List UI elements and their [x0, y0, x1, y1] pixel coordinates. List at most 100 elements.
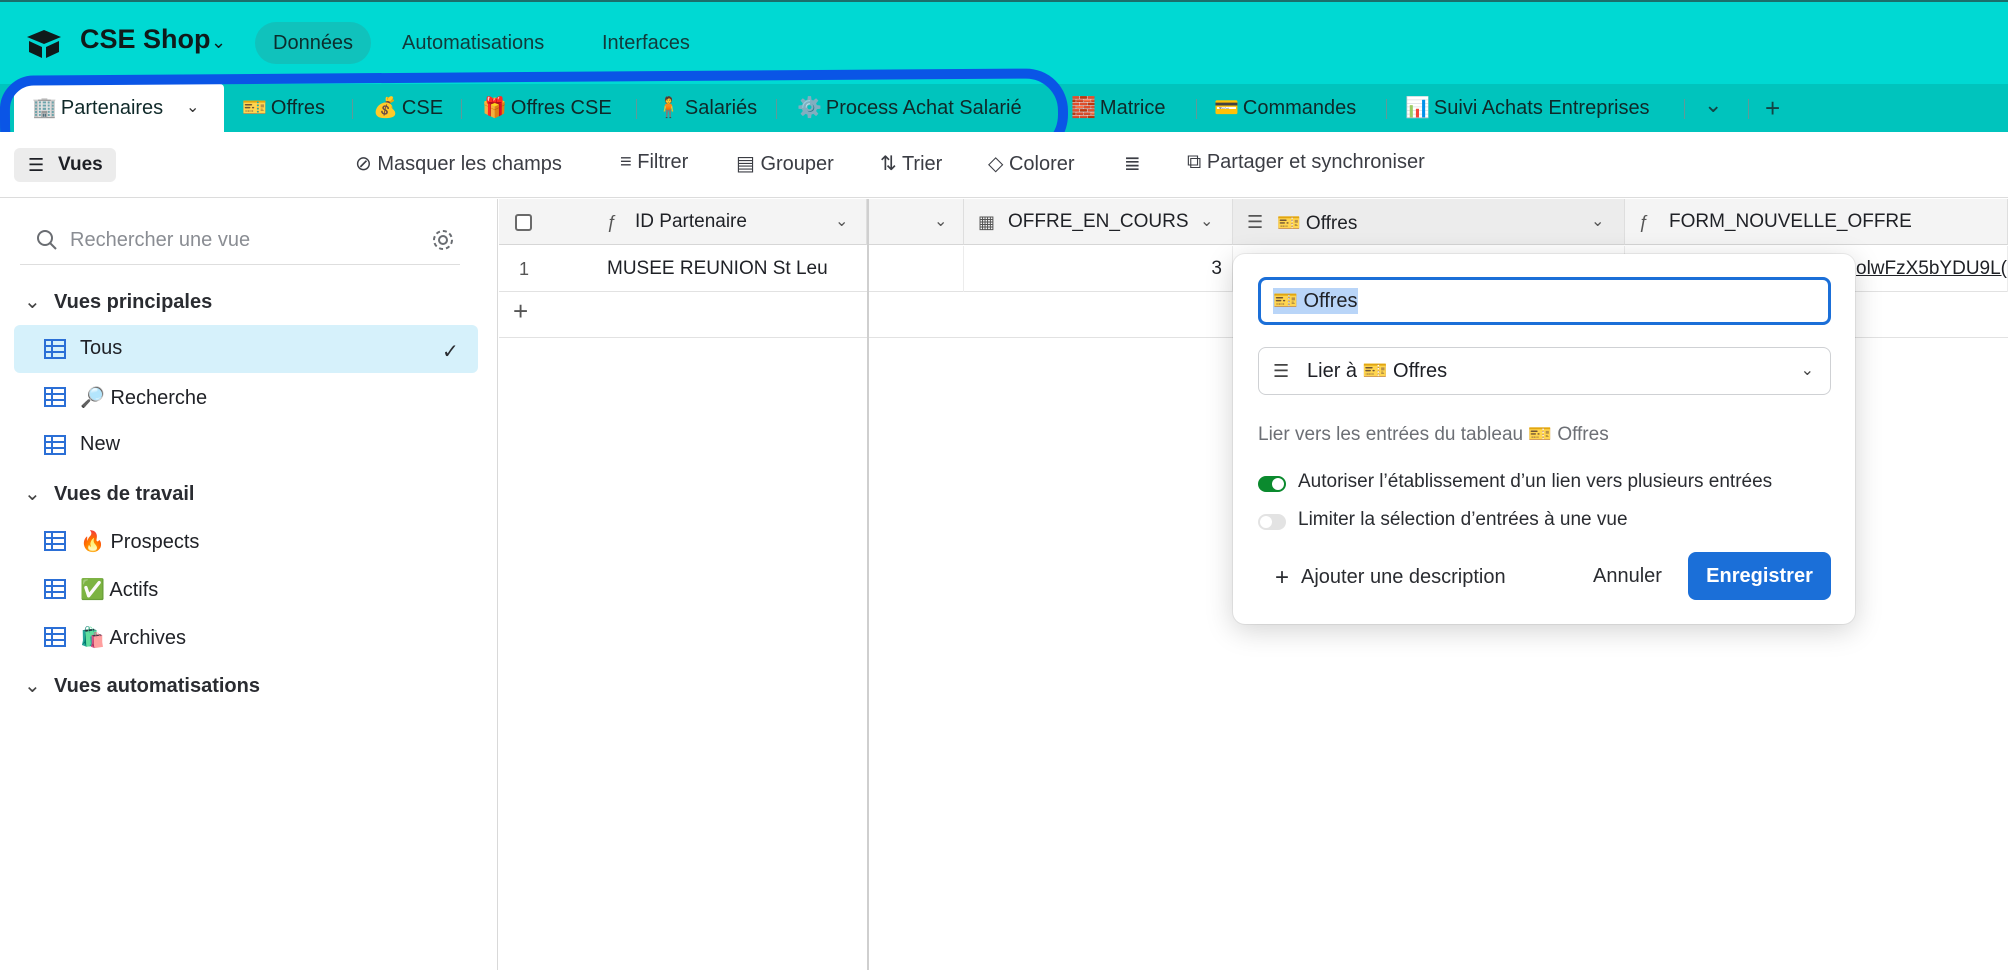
- tab-label: CSE: [401, 97, 444, 119]
- tab-label: Offres CSE: [510, 97, 612, 119]
- tab-separator: [636, 99, 637, 119]
- section-vues-de-travail[interactable]: ⌄ Vues de travail: [24, 481, 194, 506]
- field-name-value: 🎫 Offres: [1273, 288, 1358, 314]
- hide-fields-button[interactable]: ⊘ Masquer les champs: [355, 151, 562, 176]
- bar-chart-icon: 📊: [1405, 97, 1430, 119]
- sort-label: Trier: [901, 153, 943, 175]
- view-item-recherche[interactable]: 🔎 Recherche: [14, 373, 478, 421]
- ticket-icon: 🎫: [242, 97, 267, 119]
- field-type-select[interactable]: ☰ Lier à 🎫 Offres ⌄: [1258, 347, 1831, 395]
- column-header-hidden[interactable]: ⌄: [868, 199, 964, 245]
- allow-multiple-label: Autoriser l’établissement d’un lien vers…: [1298, 471, 1773, 492]
- cancel-button[interactable]: Annuler: [1575, 552, 1680, 600]
- add-table-icon[interactable]: +: [1765, 93, 1780, 124]
- plus-icon: +: [1275, 564, 1290, 591]
- tab-separator: [1386, 99, 1387, 119]
- row-height-button[interactable]: ≣: [1124, 151, 1141, 176]
- tab-partenaires[interactable]: 🏢 Partenaires ⌄: [14, 84, 224, 132]
- gear-icon[interactable]: [431, 228, 455, 252]
- external-link-icon: ⧉: [1187, 151, 1207, 173]
- view-label: Tous: [80, 337, 123, 359]
- app-logo-icon[interactable]: [25, 28, 63, 60]
- color-label: Colorer: [1008, 153, 1075, 175]
- column-header-offre-en-cours[interactable]: ▦ OFFRE_EN_COURS ⌄: [964, 199, 1233, 245]
- base-name[interactable]: CSE Shop: [80, 24, 211, 55]
- add-record-icon[interactable]: +: [513, 296, 528, 327]
- limit-to-view-toggle[interactable]: [1258, 514, 1286, 530]
- section-vues-principales[interactable]: ⌄ Vues principales: [24, 289, 212, 314]
- link-field-icon: ☰: [1247, 212, 1264, 232]
- view-item-archives[interactable]: 🛍️ Archives: [14, 613, 478, 661]
- tab-label: Process Achat Salarié: [825, 97, 1022, 119]
- group-button[interactable]: ▤ Grouper: [736, 151, 834, 176]
- tab-suivi-achats[interactable]: 📊 Suivi Achats Entreprises: [1405, 84, 1650, 132]
- nav-automations[interactable]: Automatisations: [384, 22, 562, 64]
- filter-label: Filtrer: [637, 151, 689, 173]
- select-all-checkbox[interactable]: [515, 214, 532, 231]
- cell-offre-en-cours[interactable]: 3: [964, 246, 1233, 292]
- chevron-down-icon[interactable]: ⌄: [1591, 211, 1604, 231]
- nav-interfaces[interactable]: Interfaces: [584, 22, 708, 64]
- tab-label: Suivi Achats Entreprises: [1433, 97, 1650, 119]
- section-vues-automatisations[interactable]: ⌄ Vues automatisations: [24, 673, 260, 698]
- column-header-form-nouvelle-offre[interactable]: ƒ FORM_NOUVELLE_OFFRE: [1625, 199, 2008, 245]
- tab-cse[interactable]: 💰 CSE: [373, 84, 443, 132]
- group-icon: ▤: [736, 153, 761, 175]
- tab-label: Matrice: [1099, 97, 1166, 119]
- share-sync-button[interactable]: ⧉ Partager et synchroniser: [1187, 151, 1425, 174]
- paint-bucket-icon: ◇: [988, 153, 1009, 175]
- chevron-down-icon: ⌄: [24, 675, 41, 697]
- sort-button[interactable]: ⇅ Trier: [880, 151, 942, 176]
- tab-commandes[interactable]: 💳 Commandes: [1214, 84, 1356, 132]
- save-button[interactable]: Enregistrer: [1688, 552, 1831, 600]
- chevron-down-icon[interactable]: ⌄: [934, 211, 947, 231]
- views-sidebar: ⌄ Vues principales Tous ✓ 🔎 Recherche New…: [0, 199, 498, 970]
- tab-label: Partenaires: [60, 97, 164, 119]
- column-header-id-partenaire[interactable]: ƒ ID Partenaire ⌄: [499, 199, 867, 245]
- person-icon: 🧍: [656, 97, 681, 119]
- chevron-down-icon[interactable]: ⌄: [211, 32, 226, 53]
- link-field-icon: ☰: [1273, 361, 1290, 381]
- chevron-down-icon: ⌄: [24, 291, 41, 313]
- column-header-offres[interactable]: ☰ 🎫 Offres ⌄: [1233, 199, 1625, 245]
- allow-multiple-toggle[interactable]: [1258, 476, 1286, 492]
- toggle-knob: [1272, 478, 1284, 490]
- add-description-button[interactable]: + Ajouter une description: [1275, 564, 1506, 592]
- view-item-new[interactable]: New: [14, 421, 478, 469]
- chevron-down-icon[interactable]: ⌄: [186, 84, 199, 132]
- view-label: ✅ Actifs: [80, 579, 159, 601]
- credit-card-icon: 💳: [1214, 97, 1239, 119]
- chevron-down-icon: ⌄: [1800, 362, 1814, 379]
- tab-label: Offres: [270, 97, 325, 119]
- top-bar: CSE Shop ⌄ Données Automatisations Inter…: [0, 0, 2008, 84]
- field-edit-popover: 🎫 Offres ☰ Lier à 🎫 Offres ⌄ Lier vers l…: [1233, 254, 1855, 624]
- view-item-prospects[interactable]: 🔥 Prospects: [14, 517, 478, 565]
- cell-id-partenaire[interactable]: MUSEE REUNION St Leu: [607, 246, 867, 292]
- color-button[interactable]: ◇ Colorer: [988, 151, 1075, 176]
- tab-offres[interactable]: 🎫 Offres: [242, 84, 325, 132]
- chevron-down-icon[interactable]: ⌄: [1200, 211, 1213, 231]
- column-label: 🎫 Offres: [1277, 213, 1358, 234]
- chevron-down-icon[interactable]: ⌄: [1704, 92, 1722, 118]
- section-title: Vues de travail: [54, 483, 195, 505]
- tab-matrice[interactable]: 🧱 Matrice: [1071, 84, 1165, 132]
- view-label: 🔥 Prospects: [80, 531, 200, 553]
- tab-label: Commandes: [1242, 97, 1357, 119]
- tab-offres-cse[interactable]: 🎁 Offres CSE: [482, 84, 612, 132]
- grid-view-icon: [44, 627, 66, 647]
- formula-icon: ƒ: [1639, 212, 1650, 232]
- view-label: 🛍️ Archives: [80, 627, 187, 649]
- tab-separator: [461, 99, 462, 119]
- field-name-input[interactable]: 🎫 Offres: [1258, 277, 1831, 325]
- view-item-actifs[interactable]: ✅ Actifs: [14, 565, 478, 613]
- filter-button[interactable]: ≡ Filtrer: [620, 151, 688, 174]
- search-view-input[interactable]: [70, 225, 410, 255]
- tab-process-achat[interactable]: ⚙️ Process Achat Salarié: [797, 84, 1022, 132]
- tab-label: Salariés: [684, 97, 758, 119]
- chevron-down-icon[interactable]: ⌄: [835, 211, 848, 231]
- tab-salaries[interactable]: 🧍 Salariés: [656, 84, 757, 132]
- nav-data[interactable]: Données: [255, 22, 372, 64]
- views-toggle-button[interactable]: ☰ Vues: [14, 148, 116, 182]
- view-item-tous[interactable]: Tous ✓: [14, 325, 478, 373]
- cell-hidden[interactable]: [868, 246, 964, 292]
